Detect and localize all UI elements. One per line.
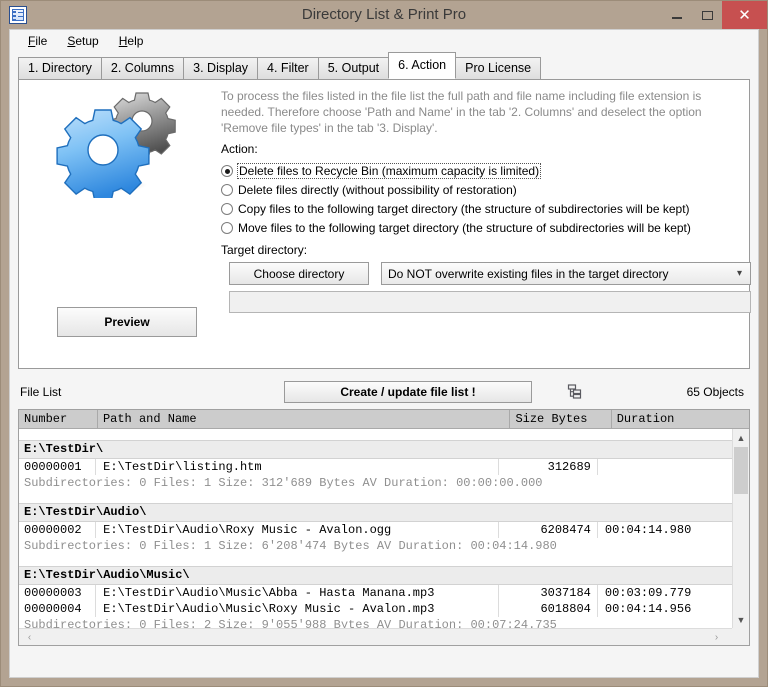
- scroll-right-icon[interactable]: ›: [708, 629, 725, 645]
- group-summary-row: Subdirectories: 0 Files: 1 Size: 6'208'4…: [19, 538, 732, 555]
- group-header-row[interactable]: E:\TestDir\Audio\: [19, 503, 732, 522]
- group-header-row[interactable]: E:\TestDir\: [19, 440, 732, 459]
- menu-help-rest: elp: [127, 34, 143, 48]
- file-list-grid: Number Path and Name Size Bytes Duration…: [18, 409, 750, 646]
- action-radio-group: Delete files to Recycle Bin (maximum cap…: [221, 162, 691, 238]
- cell-path: E:\TestDir\Audio\Roxy Music - Avalon.ogg: [96, 522, 499, 538]
- radio-copy-files[interactable]: Copy files to the following target direc…: [221, 200, 691, 218]
- create-update-file-list-button[interactable]: Create / update file list !: [284, 381, 532, 403]
- action-label: Action:: [221, 142, 258, 156]
- window-title: Directory List & Print Pro: [1, 1, 767, 29]
- scroll-left-icon[interactable]: ‹: [21, 629, 38, 645]
- cell-duration: 00:04:14.980: [598, 522, 732, 538]
- object-count: 65 Objects: [687, 385, 744, 399]
- target-directory-label: Target directory:: [221, 243, 307, 257]
- cell-path: E:\TestDir\Audio\Music\Roxy Music - Aval…: [96, 601, 499, 617]
- chevron-down-icon: ▾: [737, 268, 742, 279]
- radio-delete-directly-label: Delete files directly (without possibili…: [238, 183, 517, 197]
- cell-number: 00000001: [19, 459, 96, 475]
- cell-duration: 00:03:09.779: [598, 585, 732, 601]
- group-summary-row: Subdirectories: 0 Files: 2 Size: 9'055'9…: [19, 617, 732, 628]
- scroll-up-icon[interactable]: ▲: [733, 429, 749, 446]
- tree-structure-icon[interactable]: [562, 380, 586, 402]
- menu-file-rest: ile: [35, 34, 47, 48]
- client-area: File Setup Help 1. Directory 2. Columns …: [9, 29, 759, 678]
- radio-button-indicator: [221, 165, 233, 177]
- scroll-down-icon[interactable]: ▼: [733, 611, 749, 628]
- menu-setup-rest: etup: [75, 34, 98, 48]
- radio-delete-directly[interactable]: Delete files directly (without possibili…: [221, 181, 691, 199]
- cell-number: 00000004: [19, 601, 96, 617]
- window-controls: ✕: [662, 1, 767, 29]
- radio-copy-files-label: Copy files to the following target direc…: [238, 202, 690, 216]
- action-description: To process the files listed in the file …: [221, 88, 735, 136]
- minimize-button[interactable]: [662, 1, 692, 29]
- tab-strip: 1. Directory 2. Columns 3. Display 4. Fi…: [18, 56, 758, 79]
- maximize-button[interactable]: [692, 1, 722, 29]
- list-document-icon: [9, 6, 27, 24]
- vertical-scrollbar-thumb[interactable]: [734, 447, 748, 494]
- horizontal-scrollbar[interactable]: ‹ ›: [19, 628, 749, 645]
- radio-button-indicator: [221, 203, 233, 215]
- column-header-path[interactable]: Path and Name: [98, 410, 511, 428]
- close-button[interactable]: ✕: [722, 1, 767, 29]
- group-summary-row: Subdirectories: 0 Files: 1 Size: 312'689…: [19, 475, 732, 492]
- file-list-header: Number Path and Name Size Bytes Duration: [19, 410, 749, 429]
- cell-size: 6208474: [499, 522, 598, 538]
- vertical-scrollbar[interactable]: ▲ ▼: [732, 429, 749, 628]
- action-tab-page: To process the files listed in the file …: [18, 79, 750, 369]
- menu-setup[interactable]: Setup: [57, 32, 108, 50]
- column-header-number[interactable]: Number: [19, 410, 98, 428]
- file-list-label: File List: [20, 385, 61, 399]
- file-list-toolbar: File List Create / update file list ! 65…: [18, 377, 750, 407]
- choose-directory-button[interactable]: Choose directory: [229, 262, 369, 285]
- title-bar: Directory List & Print Pro ✕: [1, 1, 767, 29]
- menu-file[interactable]: File: [18, 32, 57, 50]
- tab-columns[interactable]: 2. Columns: [101, 57, 184, 79]
- cell-duration: 00:04:14.956: [598, 601, 732, 617]
- table-row[interactable]: 00000002 E:\TestDir\Audio\Roxy Music - A…: [19, 522, 732, 538]
- cell-number: 00000003: [19, 585, 96, 601]
- tab-display[interactable]: 3. Display: [183, 57, 258, 79]
- column-header-duration[interactable]: Duration: [612, 410, 749, 428]
- radio-button-indicator: [221, 222, 233, 234]
- file-list-body: E:\TestDir\ 00000001 E:\TestDir\listing.…: [19, 429, 732, 628]
- tab-output[interactable]: 5. Output: [318, 57, 389, 79]
- preview-button[interactable]: Preview: [57, 307, 197, 337]
- cell-size: 3037184: [499, 585, 598, 601]
- tab-filter[interactable]: 4. Filter: [257, 57, 319, 79]
- cell-size: 6018804: [499, 601, 598, 617]
- scrollbar-corner: [732, 628, 749, 645]
- group-header-row[interactable]: E:\TestDir\Audio\Music\: [19, 566, 732, 585]
- cell-size: 312689: [499, 459, 598, 475]
- tab-pro-license[interactable]: Pro License: [455, 57, 541, 79]
- column-header-size[interactable]: Size Bytes: [510, 410, 611, 428]
- table-row[interactable]: 00000003 E:\TestDir\Audio\Music\Abba - H…: [19, 585, 732, 601]
- target-path-input[interactable]: [229, 291, 751, 313]
- cell-path: E:\TestDir\Audio\Music\Abba - Hasta Mana…: [96, 585, 499, 601]
- menu-bar: File Setup Help: [10, 30, 758, 52]
- overwrite-option-select[interactable]: Do NOT overwrite existing files in the t…: [381, 262, 751, 285]
- application-window: Directory List & Print Pro ✕ File Setup …: [0, 0, 768, 687]
- cell-path: E:\TestDir\listing.htm: [96, 459, 499, 475]
- cell-number: 00000002: [19, 522, 96, 538]
- table-row[interactable]: 00000001 E:\TestDir\listing.htm 312689: [19, 459, 732, 475]
- radio-delete-recycle-bin[interactable]: Delete files to Recycle Bin (maximum cap…: [221, 162, 691, 180]
- radio-button-indicator: [221, 184, 233, 196]
- tab-directory[interactable]: 1. Directory: [18, 57, 102, 79]
- gears-icon: [47, 88, 197, 198]
- table-row[interactable]: 00000004 E:\TestDir\Audio\Music\Roxy Mus…: [19, 601, 732, 617]
- radio-delete-recycle-bin-label: Delete files to Recycle Bin (maximum cap…: [238, 164, 540, 178]
- radio-move-files-label: Move files to the following target direc…: [238, 221, 691, 235]
- overwrite-option-value: Do NOT overwrite existing files in the t…: [388, 267, 669, 281]
- tab-action[interactable]: 6. Action: [388, 52, 456, 79]
- radio-move-files[interactable]: Move files to the following target direc…: [221, 219, 691, 237]
- menu-help[interactable]: Help: [109, 32, 154, 50]
- cell-duration: [598, 459, 732, 475]
